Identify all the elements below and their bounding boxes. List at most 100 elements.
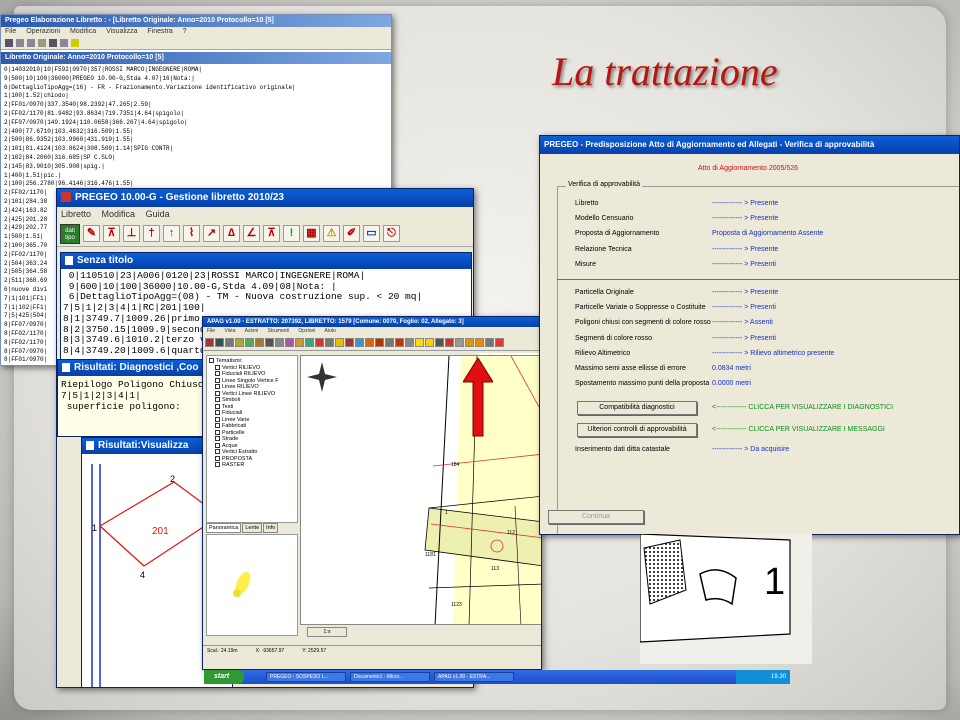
toolbar-button-icon[interactable] — [415, 338, 424, 347]
layer-checkbox[interactable] — [215, 397, 220, 403]
layer-checkbox[interactable] — [209, 358, 214, 364]
map-canvas[interactable]: 1 112 1181 1123 113 184 — [300, 355, 541, 625]
print-icon[interactable] — [49, 39, 57, 47]
toolbar-button-icon[interactable] — [355, 338, 364, 347]
tripod-icon[interactable]: ⊼ — [103, 225, 120, 242]
toolbar-button-icon[interactable] — [285, 338, 294, 347]
continua-button[interactable]: Continua — [548, 510, 644, 524]
station-red-icon[interactable]: ⊼ — [263, 225, 280, 242]
menu-operazioni[interactable]: Operazioni — [26, 28, 60, 35]
toolbar-button-icon[interactable] — [425, 338, 434, 347]
menu-guida[interactable]: Guida — [146, 209, 170, 219]
layer-checkbox[interactable] — [215, 390, 220, 396]
angle-icon[interactable]: ∠ — [243, 225, 260, 242]
layer-checkbox[interactable] — [215, 449, 220, 455]
layer-checkbox[interactable] — [215, 377, 220, 383]
layer-checkbox[interactable] — [215, 442, 220, 448]
tab-lente[interactable]: Lente — [242, 523, 263, 533]
toolbar-button-icon[interactable] — [315, 338, 324, 347]
menu-vista[interactable]: Vista — [224, 328, 235, 334]
menu-finestra[interactable]: Finestra — [147, 28, 172, 35]
menu-opzioni[interactable]: Opzioni — [298, 328, 315, 334]
toolbar-button-icon[interactable] — [335, 338, 344, 347]
warning-icon[interactable]: ⚠ — [323, 225, 340, 242]
layer-checkbox[interactable] — [215, 364, 220, 370]
start-button[interactable]: start — [204, 670, 244, 684]
tab-info[interactable]: Info — [263, 523, 279, 533]
menu-help[interactable]: ? — [183, 28, 187, 35]
layer-checkbox[interactable] — [215, 423, 220, 429]
vertex-icon[interactable]: † — [143, 225, 160, 242]
taskbar-item[interactable]: Documento1 - Micro... — [350, 672, 430, 682]
toolbar-button-icon[interactable] — [205, 338, 214, 347]
layer-checkbox[interactable] — [215, 455, 220, 461]
arrow-up-icon[interactable]: ↑ — [163, 225, 180, 242]
toolbar-button-icon[interactable] — [465, 338, 474, 347]
layer-checkbox[interactable] — [215, 436, 220, 442]
paste-icon[interactable] — [38, 39, 46, 47]
toolbar-button-icon[interactable] — [275, 338, 284, 347]
measure-icon[interactable]: ↗ — [203, 225, 220, 242]
toolbar-button-icon[interactable] — [225, 338, 234, 347]
toolbar-button-icon[interactable] — [405, 338, 414, 347]
toolbar-button-icon[interactable] — [305, 338, 314, 347]
menu-azioni[interactable]: Azioni — [245, 328, 259, 334]
ulteriori-controlli-button[interactable]: Ulteriori controlli di approvabilità — [577, 423, 697, 437]
grid-icon[interactable]: ▦ — [303, 225, 320, 242]
toolbar-button-icon[interactable] — [325, 338, 334, 347]
save-icon[interactable] — [5, 39, 13, 47]
toolbar-button-icon[interactable] — [365, 338, 374, 347]
compatibilita-diagnostici-button[interactable]: Compatibilità diagnostici — [577, 401, 697, 415]
triangle-icon[interactable]: ∆ — [223, 225, 240, 242]
toolbar-button-icon[interactable] — [215, 338, 224, 347]
toolbar-button-icon[interactable] — [485, 338, 494, 347]
toolbar-button-icon[interactable] — [495, 338, 504, 347]
menu-strumenti[interactable]: Strumenti — [268, 328, 289, 334]
toolbar-button-icon[interactable] — [255, 338, 264, 347]
toolbar-button-icon[interactable] — [385, 338, 394, 347]
menu-visualizza[interactable]: Visualizza — [106, 28, 137, 35]
toolbar-button-icon[interactable] — [345, 338, 354, 347]
layer-tree[interactable]: Tematismi: Vertici RILIEVO Fiduciali RILIE… — [209, 358, 295, 469]
toolbar-button-icon[interactable] — [265, 338, 274, 347]
layer-checkbox[interactable] — [215, 462, 220, 468]
layer-checkbox[interactable] — [215, 371, 220, 377]
toolbar-button-icon[interactable] — [455, 338, 464, 347]
exit-icon[interactable]: ⎋ — [383, 225, 400, 242]
toolbar-button-icon[interactable] — [435, 338, 444, 347]
layer-checkbox[interactable] — [215, 410, 220, 416]
layer-checkbox[interactable] — [215, 403, 220, 409]
menu-libretto[interactable]: Libretto — [61, 209, 91, 219]
exclamation-icon[interactable]: ! — [283, 225, 300, 242]
cut-icon[interactable] — [16, 39, 24, 47]
zoom-button[interactable]: 1:x — [307, 627, 347, 637]
toolbar-button-icon[interactable] — [295, 338, 304, 347]
edit-icon[interactable]: ✐ — [343, 225, 360, 242]
layer-checkbox[interactable] — [215, 384, 220, 390]
menu-file[interactable]: File — [5, 28, 16, 35]
toolbar-button-icon[interactable] — [375, 338, 384, 347]
toolbar-button-icon[interactable] — [475, 338, 484, 347]
layer-checkbox[interactable] — [215, 429, 220, 435]
toolbar-button-icon[interactable] — [245, 338, 254, 347]
find-icon[interactable] — [60, 39, 68, 47]
layer-checkbox[interactable] — [215, 416, 220, 422]
overview-panel[interactable] — [206, 534, 298, 636]
menu-modifica[interactable]: Modifica — [70, 28, 96, 35]
layer-item[interactable]: RASTER — [209, 462, 295, 469]
menu-modifica[interactable]: Modifica — [102, 209, 136, 219]
tab-panoramica[interactable]: Panoramica — [206, 523, 242, 533]
menu-aiuto[interactable]: Aiuto — [325, 328, 336, 334]
help-icon[interactable] — [71, 39, 79, 47]
taskbar-item[interactable]: PREGEO - SOSPESO L... — [266, 672, 346, 682]
polyline-icon[interactable]: ⌇ — [183, 225, 200, 242]
toolbar-button-icon[interactable] — [445, 338, 454, 347]
menu-file[interactable]: File — [207, 328, 215, 334]
monitor-icon[interactable]: ▭ — [363, 225, 380, 242]
taskbar-item[interactable]: APAG v1.00 - ESTRA... — [434, 672, 514, 682]
pen-tool-icon[interactable]: ✎ — [83, 225, 100, 242]
toolbar-button-icon[interactable] — [395, 338, 404, 347]
dati-tipo-button[interactable]: dati tipo — [60, 223, 80, 244]
toolbar-button-icon[interactable] — [235, 338, 244, 347]
copy-icon[interactable] — [27, 39, 35, 47]
